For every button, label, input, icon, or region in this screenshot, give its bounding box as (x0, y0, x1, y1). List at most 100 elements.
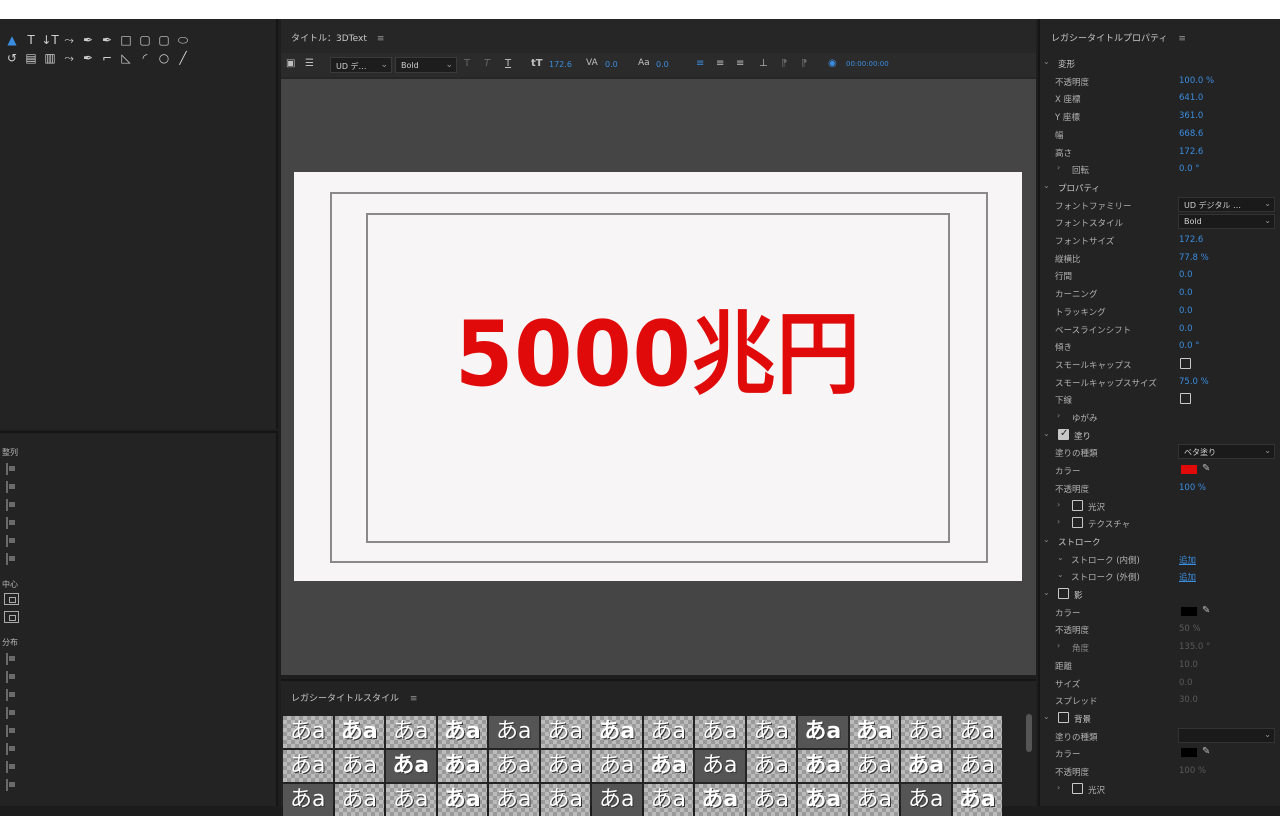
style-swatch[interactable]: あa (437, 716, 487, 748)
align-center-text-icon[interactable]: ≡ (716, 58, 724, 69)
property-value[interactable]: 75.0 % (1179, 377, 1209, 387)
timecode[interactable]: 00:00:00:00 (846, 60, 889, 68)
pen-tool-icon[interactable]: ✒ (80, 31, 96, 49)
area-type-tool-icon[interactable]: ▤ (23, 49, 39, 67)
style-swatch[interactable]: あa (283, 784, 333, 816)
property-value[interactable]: 100.0 % (1179, 76, 1214, 86)
section-checkbox[interactable] (1058, 588, 1069, 599)
chevron-right-icon[interactable]: › (1057, 411, 1060, 420)
property-checkbox[interactable] (1072, 499, 1083, 511)
rounded-rect-tool-icon[interactable]: ▢ (137, 31, 153, 49)
style-swatch[interactable]: あa (849, 750, 899, 782)
distribute-hcenter-icon[interactable] (6, 671, 18, 683)
style-swatch[interactable]: あa (386, 750, 436, 782)
style-swatch[interactable]: あa (386, 716, 436, 748)
style-swatch[interactable]: あa (952, 716, 1002, 748)
color-swatch[interactable] (1181, 606, 1197, 616)
eyedropper-icon[interactable]: ✎ (1202, 605, 1210, 616)
align-hcenter-icon[interactable] (6, 481, 18, 493)
align-top-icon[interactable] (6, 517, 18, 529)
style-swatch[interactable]: あa (592, 784, 642, 816)
style-swatch[interactable]: あa (437, 784, 487, 816)
align-vcenter-icon[interactable] (6, 535, 18, 547)
align-right-text-icon[interactable]: ≡ (736, 58, 744, 69)
chevron-right-icon[interactable]: › (1057, 783, 1060, 792)
style-swatch[interactable]: あa (952, 784, 1002, 816)
chevron-right-icon[interactable]: › (1057, 500, 1060, 509)
vertical-path-type-tool-icon[interactable]: ⤳ (61, 49, 77, 67)
property-value[interactable]: 172.6 (1179, 147, 1203, 157)
property-value[interactable]: 0.0 (1179, 306, 1193, 316)
style-swatch[interactable]: あa (798, 716, 848, 748)
chevron-down-icon[interactable]: ⌄ (1043, 181, 1050, 190)
style-swatch[interactable]: あa (334, 750, 384, 782)
property-dropdown[interactable]: ベタ塗り ⌄ (1178, 444, 1275, 460)
chevron-down-icon[interactable]: ⌄ (1043, 588, 1050, 597)
panel-menu-icon[interactable]: ≡ (377, 34, 385, 44)
line-tool-icon[interactable]: ╱ (175, 49, 191, 67)
style-swatch[interactable]: あa (437, 750, 487, 782)
style-swatch[interactable]: あa (386, 784, 436, 816)
bold-icon[interactable]: T (464, 58, 470, 69)
property-value[interactable]: 100 % (1179, 766, 1206, 776)
style-swatch[interactable]: あa (334, 716, 384, 748)
chevron-down-icon[interactable]: ⌄ (1043, 712, 1050, 721)
font-style-dropdown[interactable]: Bold ⌄ (395, 57, 457, 73)
style-swatch[interactable]: あa (849, 716, 899, 748)
style-swatch[interactable]: あa (901, 750, 951, 782)
style-left-icon[interactable]: ⁋ (781, 58, 787, 69)
align-right-icon[interactable] (6, 499, 18, 511)
ellipse2-tool-icon[interactable]: ○ (156, 49, 172, 67)
chevron-right-icon[interactable]: › (1057, 517, 1060, 526)
distribute-bottom-icon[interactable] (6, 761, 18, 773)
title-text-object[interactable]: 5000兆円 (319, 310, 996, 400)
property-value[interactable]: 77.8 % (1179, 253, 1209, 263)
property-value[interactable]: 100 % (1179, 483, 1206, 493)
styles-menu-icon[interactable]: ≡ (410, 694, 418, 704)
property-value[interactable]: 0.0 ° (1179, 341, 1199, 351)
baseline-value[interactable]: 0.0 (656, 60, 669, 69)
property-checkbox[interactable] (1180, 357, 1191, 369)
property-dropdown[interactable]: Bold ⌄ (1178, 214, 1275, 230)
property-value[interactable]: 50 % (1179, 624, 1201, 634)
property-checkbox[interactable] (1180, 393, 1191, 405)
underline-icon[interactable]: T (505, 58, 511, 69)
section-checkbox[interactable] (1058, 428, 1069, 440)
property-value[interactable]: 361.0 (1179, 111, 1203, 121)
style-swatch[interactable]: あa (695, 784, 745, 816)
chevron-down-icon[interactable]: ⌄ (1043, 57, 1050, 66)
center-vertical-icon[interactable] (4, 611, 19, 623)
chevron-down-icon[interactable]: ⌄ (1043, 429, 1050, 438)
convert-anchor-tool-icon[interactable]: ⌐ (99, 49, 115, 67)
color-swatch[interactable] (1181, 465, 1197, 475)
property-checkbox[interactable] (1072, 517, 1083, 529)
font-size-value[interactable]: 172.6 (549, 60, 572, 69)
arc-tool-icon[interactable]: ◜ (137, 49, 153, 67)
style-swatch[interactable]: あa (489, 784, 539, 816)
chevron-right-icon[interactable]: › (1057, 641, 1060, 650)
distribute-vcenter-icon[interactable] (6, 743, 18, 755)
font-family-dropdown[interactable]: UD デ… ⌄ (330, 57, 392, 73)
chevron-down-icon[interactable]: ⌄ (1057, 570, 1064, 579)
style-swatch[interactable]: あa (849, 784, 899, 816)
style-swatch[interactable]: あa (695, 716, 745, 748)
style-swatch[interactable]: あa (695, 750, 745, 782)
property-value[interactable]: 135.0 ° (1179, 642, 1210, 652)
distribute-hspace-icon[interactable] (6, 707, 18, 719)
distribute-right-icon[interactable] (6, 689, 18, 701)
align-left-text-icon[interactable]: ≡ (696, 58, 704, 69)
rectangle-tool-icon[interactable]: □ (118, 31, 134, 49)
style-swatch[interactable]: あa (489, 716, 539, 748)
style-swatch[interactable]: あa (746, 750, 796, 782)
property-value[interactable]: 668.6 (1179, 129, 1203, 139)
distribute-vspace-icon[interactable] (6, 779, 18, 791)
chevron-down-icon[interactable]: ⌄ (1057, 553, 1064, 562)
property-value[interactable]: 30.0 (1179, 695, 1198, 705)
rotate-tool-icon[interactable]: ↺ (4, 49, 20, 67)
style-swatch[interactable]: あa (746, 784, 796, 816)
style-swatch[interactable]: あa (283, 716, 333, 748)
property-value[interactable]: 641.0 (1179, 93, 1203, 103)
delete-anchor-tool-icon[interactable]: ✒ (80, 49, 96, 67)
style-swatch[interactable]: あa (592, 716, 642, 748)
new-title-icon[interactable]: ▣ (286, 58, 295, 69)
